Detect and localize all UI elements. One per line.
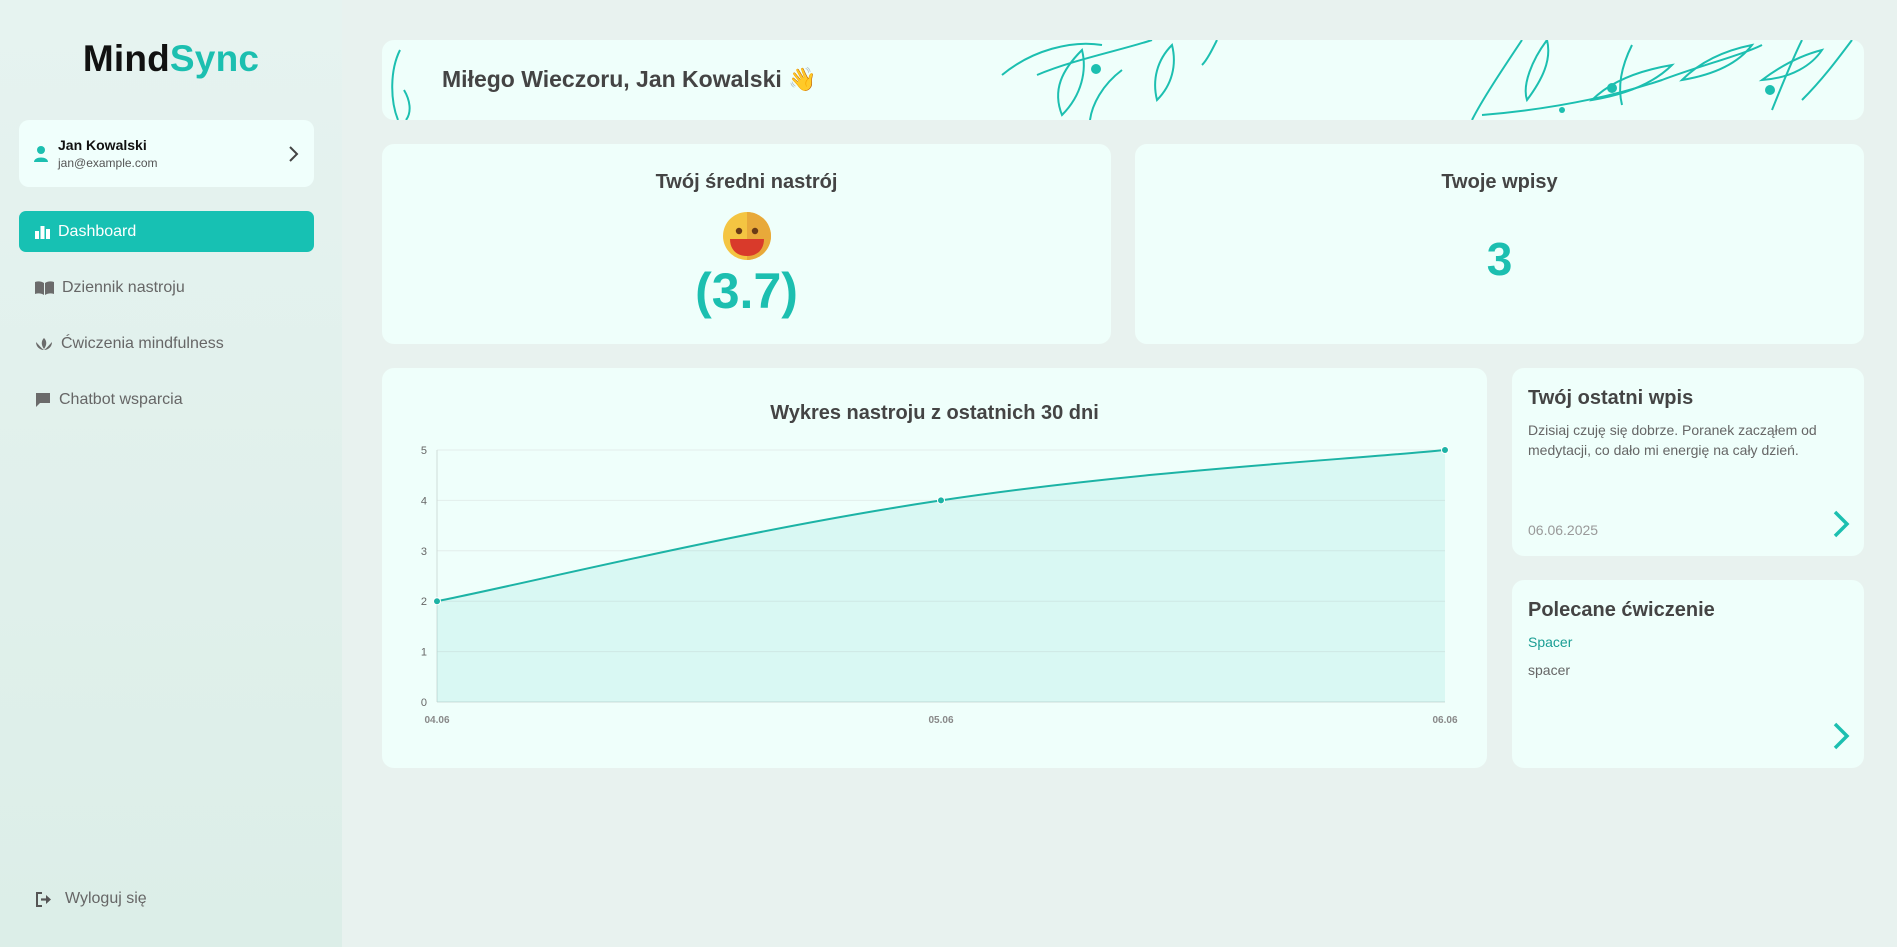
y-tick-label: 5 [421, 445, 427, 457]
logout-label: Wyloguj się [65, 890, 147, 907]
user-name: Jan Kowalski [58, 137, 147, 153]
x-tick-label: 04.06 [424, 715, 449, 726]
x-tick-label: 05.06 [928, 715, 953, 726]
greeting-banner: Miłego Wieczoru, Jan Kowalski 👋 [382, 40, 1864, 120]
y-tick-label: 1 [421, 647, 427, 659]
sign-out-icon [36, 891, 51, 907]
y-tick-label: 2 [421, 596, 427, 608]
nav-item-label: Ćwiczenia mindfulness [61, 334, 224, 352]
user-icon [34, 145, 48, 162]
mood-chart-card: Wykres nastroju z ostatnich 30 dni 01234… [382, 368, 1487, 768]
chevron-right-icon[interactable] [1832, 722, 1850, 750]
nav-item-mood-journal[interactable]: Dziennik nastroju [19, 267, 314, 308]
last-entry-text: Dzisiaj czuję się dobrze. Poranek zaczął… [1528, 422, 1817, 458]
lotus-icon [36, 337, 52, 350]
recommended-title: Polecane ćwiczenie [1528, 599, 1715, 621]
chart-bar-icon [35, 225, 50, 239]
book-open-icon [35, 280, 54, 295]
logo-part-sync: Sync [169, 38, 260, 79]
logo-part-mind: Mind [82, 38, 170, 79]
nav-item-label: Chatbot wsparcia [59, 390, 183, 408]
x-tick-label: 06.06 [1432, 715, 1457, 726]
y-tick-label: 0 [421, 697, 427, 709]
average-mood-title: Twój średni nastrój [655, 171, 838, 193]
logout-button[interactable]: Wyloguj się [36, 890, 147, 908]
mood-chart[interactable]: 0 1 2 3 4 5 04.06 05.06 06.06 [382, 368, 1487, 768]
mood-data-point [1441, 446, 1449, 454]
nav-item-dashboard[interactable]: Dashboard [19, 211, 314, 252]
entries-count-title: Twoje wpisy [1441, 171, 1558, 193]
last-entry-date: 06.06.2025 [1528, 522, 1599, 538]
user-email: jan@example.com [58, 156, 158, 170]
average-mood-value: (3.7) [695, 263, 798, 319]
nav-item-mindfulness[interactable]: Ćwiczenia mindfulness [19, 323, 314, 364]
entries-count-card: Twoje wpisy 3 [1135, 144, 1864, 344]
recommended-exercise-card[interactable]: Polecane ćwiczenie Spacer spacer [1512, 580, 1864, 768]
recommended-exercise-description: spacer [1528, 662, 1571, 678]
nav-item-label: Dashboard [58, 222, 137, 240]
greeting-title: Miłego Wieczoru, Jan Kowalski 👋 [442, 66, 817, 92]
chevron-right-icon[interactable] [1832, 510, 1850, 538]
mood-area-fill [437, 450, 1445, 702]
mood-data-point [937, 496, 945, 505]
last-entry-card[interactable]: Twój ostatni wpis Dzisiaj czuję się dobr… [1512, 368, 1864, 556]
entries-count-value: 3 [1486, 233, 1513, 285]
app-logo[interactable]: MindSync [0, 38, 342, 80]
user-profile-card[interactable]: Jan Kowalski jan@example.com [19, 120, 314, 187]
recommended-exercise-name[interactable]: Spacer [1528, 632, 1848, 652]
last-entry-title: Twój ostatni wpis [1528, 387, 1694, 409]
mood-data-point [433, 597, 441, 606]
chevron-right-icon [289, 145, 299, 162]
sidebar: MindSync Jan Kowalski jan@example.com Da… [0, 0, 342, 947]
average-mood-card: Twój średni nastrój (3.7) [382, 144, 1111, 344]
chat-bubble-icon [36, 393, 50, 407]
y-tick-label: 3 [421, 546, 427, 558]
y-tick-label: 4 [421, 495, 427, 507]
nav-item-label: Dziennik nastroju [62, 278, 185, 296]
nav-item-chatbot[interactable]: Chatbot wsparcia [19, 379, 314, 420]
tongue-out-emoji-icon [723, 212, 771, 260]
